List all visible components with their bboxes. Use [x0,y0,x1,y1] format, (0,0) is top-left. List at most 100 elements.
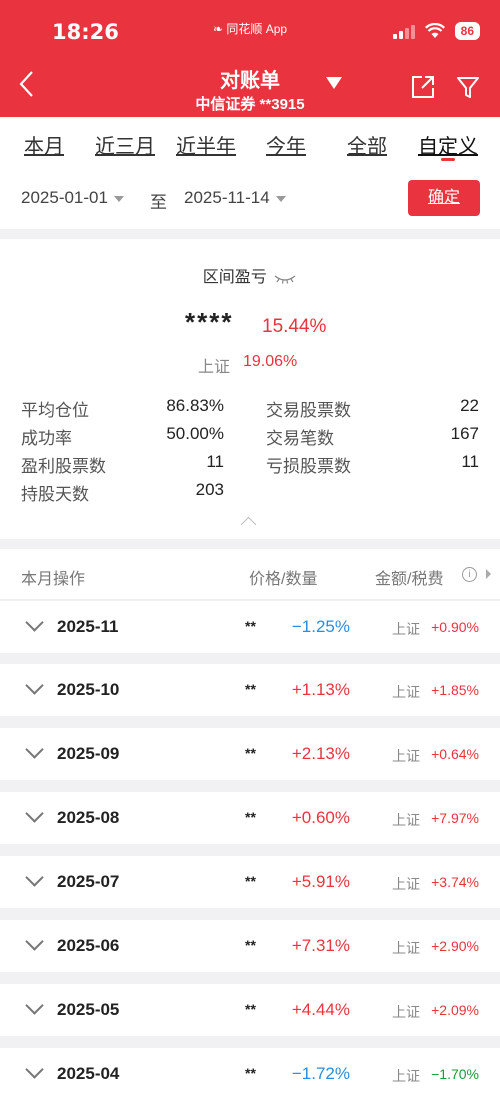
benchmark-label: 上证 [392,684,420,700]
tab-this-month[interactable]: 本月 [24,130,64,159]
masked-value: ** [245,809,256,825]
stat-value: 22 [460,396,479,415]
chevron-down-icon[interactable] [25,1060,44,1079]
benchmark-label: 上证 [392,1068,420,1084]
benchmark-return: +2.09% [431,1002,479,1018]
month-return: +5.91% [291,872,350,891]
month-row[interactable]: 2025-06 ** +7.31% 上证 +2.90% [0,920,500,972]
month-row[interactable]: 2025-04 ** −1.72% 上证 −1.70% [0,1048,500,1100]
summary-card: 区间盈亏 **** 15.44% 上证 19.06% 平均仓位 86.83% 成… [0,239,500,539]
benchmark-return: +1.85% [431,682,479,698]
benchmark-return: +7.97% [431,810,479,826]
column-header-price-qty: 价格/数量 [249,571,318,588]
chevron-down-icon[interactable] [25,676,44,695]
chevron-down-icon[interactable] [25,932,44,951]
account-dropdown-icon[interactable] [326,77,342,89]
benchmark-label: 上证 [392,621,420,637]
masked-value: ** [245,618,256,634]
month-row[interactable]: 2025-09 ** +2.13% 上证 +0.64% [0,728,500,780]
battery-indicator: 86 [454,22,480,40]
stat-value: 11 [206,452,224,471]
end-date-picker[interactable]: 2025-11-14 [184,188,286,208]
stat-value: 50.00% [166,424,224,443]
column-header-amount-fee: 金额/税费 [375,571,444,588]
stat-value: 11 [461,452,479,471]
month-row[interactable]: 2025-05 ** +4.44% 上证 +2.09% [0,984,500,1036]
month-return: +2.13% [291,744,350,763]
masked-amount: **** [185,307,234,337]
collapse-chevron-icon[interactable] [240,516,257,533]
date-range-row: 2025-01-01 至 2025-11-14 确定 [0,167,500,229]
benchmark-return: +0.64% [431,746,479,762]
active-tab-indicator [441,158,455,161]
month-label: 2025-09 [57,744,120,763]
benchmark-return: −1.70% [431,1066,479,1082]
tab-this-year[interactable]: 今年 [266,130,306,159]
masked-value: ** [245,937,256,953]
chevron-down-icon[interactable] [25,868,44,887]
share-icon [412,76,434,98]
caret-right-icon[interactable] [486,569,491,579]
benchmark-label: 上证 [392,1004,420,1020]
stat-label: 亏损股票数 [266,457,351,476]
benchmark-label: 上证 [392,812,420,828]
chevron-down-icon[interactable] [25,804,44,823]
filter-button[interactable] [455,74,481,100]
tab-all[interactable]: 全部 [347,130,387,159]
masked-value: ** [245,1065,256,1081]
benchmark-label: 上证 [392,876,420,892]
month-row[interactable]: 2025-11 ** −1.25% 上证 +0.90% [0,601,500,653]
month-return: +0.60% [291,808,350,827]
month-row[interactable]: 2025-07 ** +5.91% 上证 +3.74% [0,856,500,908]
benchmark-label: 上证 [392,940,420,956]
chevron-down-icon[interactable] [25,996,44,1015]
month-return: −1.72% [291,1064,350,1083]
interval-return: 15.44% [262,316,327,337]
tab-half-year[interactable]: 近半年 [176,130,236,159]
index-return: 19.06% [243,353,298,370]
month-row[interactable]: 2025-08 ** +0.60% 上证 +7.97% [0,792,500,844]
tab-custom[interactable]: 自定义 [418,130,478,159]
stat-label: 平均仓位 [21,401,89,420]
benchmark-label: 上证 [392,748,420,764]
column-header-operations: 本月操作 [21,571,86,588]
date-separator: 至 [150,193,167,212]
stat-label: 盈利股票数 [21,457,106,476]
masked-value: ** [245,1001,256,1017]
month-return: −1.25% [291,617,350,636]
stat-label: 交易笔数 [266,429,334,448]
chevron-down-icon[interactable] [25,740,44,759]
stat-value: 86.83% [166,396,224,415]
list-header: 本月操作 价格/数量 金额/税费 i [0,549,500,600]
index-label: 上证 [198,359,231,376]
cellular-signal-icon [392,23,415,39]
start-date-picker[interactable]: 2025-01-01 [21,188,124,208]
stat-value: 203 [195,480,224,499]
month-label: 2025-06 [57,936,120,955]
eye-closed-icon[interactable] [273,272,297,284]
month-return: +1.13% [291,680,350,699]
month-label: 2025-07 [57,872,120,891]
month-label: 2025-04 [57,1064,120,1083]
month-return: +7.31% [291,936,350,955]
status-indicators: 86 [392,22,480,40]
benchmark-return: +3.74% [431,874,479,890]
tab-three-months[interactable]: 近三月 [95,130,155,159]
filter-icon [457,77,479,98]
month-row[interactable]: 2025-10 ** +1.13% 上证 +1.85% [0,664,500,716]
month-label: 2025-05 [57,1000,120,1019]
stat-label: 成功率 [21,429,72,448]
month-label: 2025-10 [57,680,120,699]
info-icon[interactable]: i [462,567,477,582]
app-logo-icon: ❧ [212,22,224,36]
stat-label: 持股天数 [21,485,89,504]
caret-down-icon [275,195,286,202]
period-tabs: 本月 近三月 近半年 今年 全部 自定义 [0,117,500,168]
month-label: 2025-11 [57,617,119,636]
benchmark-return: +0.90% [431,619,479,635]
month-label: 2025-08 [57,808,120,827]
confirm-button[interactable]: 确定 [408,180,480,216]
caret-down-icon [113,195,124,202]
chevron-down-icon[interactable] [25,613,44,632]
share-button[interactable] [410,74,436,100]
